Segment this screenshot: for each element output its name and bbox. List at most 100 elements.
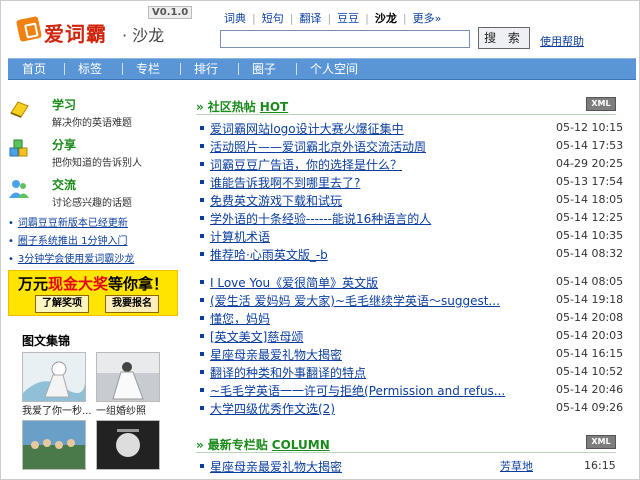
topnav-item[interactable]: 翻译 — [299, 12, 321, 25]
post-title-link[interactable]: 免费英文游戏下载和试玩 — [210, 192, 342, 209]
list-item: 爱词霸网站logo设计大赛火爆征集中 05-12 10:15 — [200, 120, 623, 138]
feature-talk[interactable]: 交流 讨论感兴趣的话题 — [8, 176, 168, 212]
bullet-icon — [200, 388, 204, 392]
double-arrow-icon: » — [196, 438, 204, 452]
mainnav-item[interactable]: 圈子 — [252, 59, 276, 79]
gallery-image — [97, 421, 159, 469]
mainnav-divider — [296, 63, 297, 75]
bullet-icon — [200, 352, 204, 356]
post-title-link[interactable]: 推荐哈·心雨英文版_-b — [210, 246, 328, 263]
post-title-link[interactable]: 翻译的种类和外事翻译的特点 — [210, 364, 366, 381]
site-logo[interactable]: 爱词霸 · 沙龙 V0.1.0 — [10, 6, 200, 50]
list-item: 词霸豆豆广告语，你的选择是什么？ 04-29 20:25 — [200, 156, 623, 174]
news-link[interactable]: 词霸豆豆新版本已经更新 — [8, 214, 128, 229]
list-item: (爱生活 爱妈妈 爱大家)~毛毛继续学英语～suggest... 05-14 19… — [200, 292, 624, 310]
post-title-link[interactable]: 星座母亲最爱礼物大揭密 — [210, 346, 342, 363]
double-arrow-icon: » — [196, 100, 204, 114]
post-title-link[interactable]: 星座母亲最爱礼物大揭密 — [210, 458, 342, 475]
post-title-link[interactable]: 词霸豆豆广告语，你的选择是什么？ — [210, 156, 402, 173]
post-date: 05-14 20:03 — [556, 329, 624, 342]
feature-share[interactable]: 分享 把你知道的告诉别人 — [8, 136, 168, 172]
rss-xml-icon[interactable]: XML — [586, 97, 616, 111]
list-item: 大学四级优秀作文选(2) 05-14 09:26 — [200, 400, 624, 418]
promo-title-pre: 万元 — [17, 275, 48, 293]
topnav-item[interactable]: 更多» — [413, 12, 442, 25]
list-item: 免费英文游戏下载和试玩 05-14 18:05 — [200, 192, 623, 210]
gallery-thumb[interactable] — [96, 352, 160, 402]
promo-banner[interactable]: 万元现金大奖等你拿！ 了解奖项 我要报名 — [8, 270, 178, 316]
bullet-icon — [200, 406, 204, 410]
post-date: 05-14 10:52 — [556, 365, 624, 378]
feature-title[interactable]: 分享 — [52, 136, 76, 153]
post-title-link[interactable]: 大学四级优秀作文选(2) — [210, 400, 335, 417]
post-title-link[interactable]: 谁能告诉我啊不到哪里去了? — [210, 174, 360, 191]
post-author-link[interactable]: 芳草地 — [500, 458, 533, 474]
mainnav-item[interactable]: 专栏 — [136, 59, 160, 79]
main-nav: 首页 标签 专栏 排行 圈子 个人空间 — [8, 58, 636, 80]
post-date: 05-14 08:32 — [556, 247, 624, 260]
post-title-link[interactable]: 计算机术语 — [210, 228, 270, 245]
post-date: 05-14 10:35 — [556, 229, 624, 242]
list-item: 懂您，妈妈 05-14 20:08 — [200, 310, 623, 328]
list-item: 谁能告诉我啊不到哪里去了? 05-13 17:54 — [200, 174, 624, 192]
bullet-icon — [200, 180, 204, 184]
post-date: 05-14 09:26 — [556, 401, 624, 414]
feature-desc: 解决你的英语难题 — [52, 118, 132, 129]
post-title-link[interactable]: (爱生活 爱妈妈 爱大家)~毛毛继续学英语～suggest... — [210, 292, 500, 309]
promo-signup-button[interactable]: 我要报名 — [105, 295, 159, 313]
mainnav-item[interactable]: 个人空间 — [310, 59, 358, 79]
list-item: 计算机术语 05-14 10:35 — [200, 228, 624, 246]
post-title-link[interactable]: I Love You《爱很简单》英文版 — [210, 274, 378, 291]
gallery-thumb[interactable] — [22, 352, 86, 402]
list-item: 活动照片——爱词霸北京外语交流活动周 05-14 17:53 — [200, 138, 623, 156]
topnav-item[interactable]: 短句 — [262, 12, 284, 25]
bullet-icon — [200, 280, 204, 284]
top-nav: 词典 | 短句 | 翻译 | 豆豆 | 沙龙 | 更多» — [224, 10, 441, 26]
bullet-icon — [200, 144, 204, 148]
post-date: 05-13 17:54 — [556, 175, 624, 188]
help-link[interactable]: 使用帮助 — [540, 33, 584, 49]
search-button[interactable]: 搜 索 — [478, 27, 530, 49]
column-section-title: » 最新专栏贴 COLUMN — [196, 436, 330, 453]
rss-xml-icon[interactable]: XML — [586, 435, 616, 449]
post-date: 05-14 19:18 — [556, 293, 624, 306]
news-link[interactable]: 圈子系统推出 1分钟入门 — [8, 232, 128, 247]
column-title: 最新专栏贴 — [207, 438, 268, 452]
post-title-link[interactable]: 学外语的十条经验------能说16种语言的人 — [210, 210, 431, 227]
logo-name: 爱词霸 — [44, 22, 107, 46]
topnav-item[interactable]: 沙龙 — [375, 12, 397, 25]
news-link[interactable]: 3分钟学会使用爱词霸沙龙 — [8, 250, 134, 265]
mainnav-item[interactable]: 首页 — [22, 59, 46, 79]
gallery-caption[interactable]: 一组婚纱照 — [96, 402, 146, 417]
post-title-link[interactable]: [英文美文]慈母颂 — [210, 328, 303, 345]
post-title-link[interactable]: 活动照片——爱词霸北京外语交流活动周 — [210, 138, 426, 155]
promo-info-button[interactable]: 了解奖项 — [35, 295, 89, 313]
list-item: [英文美文]慈母颂 05-14 20:03 — [200, 328, 624, 346]
feature-desc: 把你知道的告诉别人 — [52, 158, 142, 169]
post-title-link[interactable]: 懂您，妈妈 — [210, 310, 270, 327]
hot-title-en[interactable]: HOT — [260, 100, 288, 114]
post-date: 05-14 16:15 — [556, 347, 624, 360]
bullet-icon — [200, 234, 204, 238]
topnav-item[interactable]: 豆豆 — [337, 12, 359, 25]
feature-learn[interactable]: 学习 解决你的英语难题 — [8, 96, 168, 132]
post-title-link[interactable]: ~毛毛学英语一一许可与拒绝(Permission and refus... — [210, 382, 505, 399]
feature-desc: 讨论感兴趣的话题 — [52, 198, 132, 209]
bullet-icon — [200, 216, 204, 220]
column-title-en[interactable]: COLUMN — [272, 438, 330, 452]
bullet-icon — [200, 252, 204, 256]
promo-title-em: 现金大奖 — [47, 275, 108, 293]
gallery-caption[interactable]: 我爱了你一秒... — [22, 402, 92, 417]
mainnav-item[interactable]: 标签 — [78, 59, 102, 79]
gallery-thumb[interactable] — [96, 420, 160, 470]
post-title-link[interactable]: 爱词霸网站logo设计大赛火爆征集中 — [210, 120, 404, 137]
blocks-icon — [9, 139, 28, 157]
feature-title[interactable]: 交流 — [52, 176, 76, 193]
feature-title[interactable]: 学习 — [52, 96, 76, 113]
mainnav-item[interactable]: 排行 — [194, 59, 218, 79]
search-input[interactable] — [220, 30, 470, 48]
gallery-thumb[interactable] — [22, 420, 86, 470]
section-divider — [196, 114, 616, 115]
mainnav-divider — [180, 63, 181, 75]
topnav-item[interactable]: 词典 — [224, 12, 246, 25]
